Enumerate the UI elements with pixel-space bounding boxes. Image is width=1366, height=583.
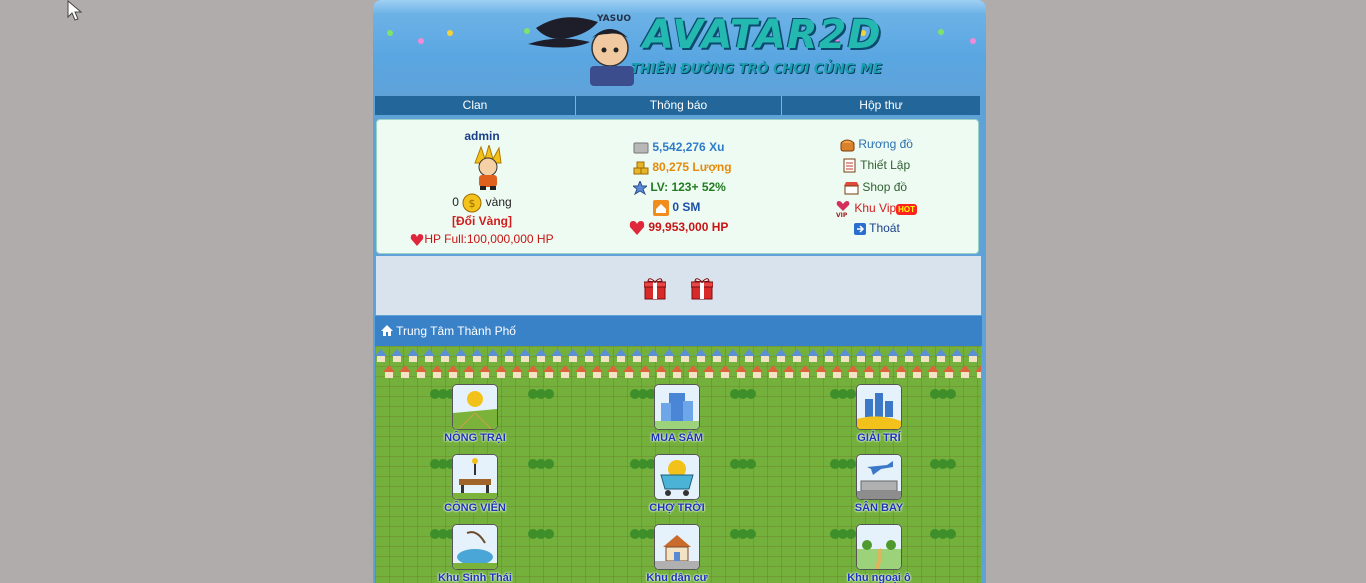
hot-badge: HOT [896, 203, 918, 215]
username[interactable]: admin [377, 129, 587, 143]
menu-chest-label: Rương đồ [858, 137, 913, 151]
shop-icon [844, 181, 859, 195]
xu-value: 5,542,276 Xu [652, 140, 725, 154]
logo-title: AVATAR2D [643, 12, 882, 58]
section-header: Trung Tâm Thành Phố [375, 316, 982, 346]
home-icon [381, 325, 393, 336]
airport-icon [857, 455, 901, 499]
eco-zone-icon [453, 525, 497, 569]
chest-icon [840, 139, 855, 152]
exchange-gold-link[interactable]: [Đổi Vàng] [377, 214, 587, 228]
farm-icon [453, 385, 497, 429]
menu-chest[interactable]: Rương đồ [840, 137, 913, 152]
heart-icon [629, 221, 645, 235]
settings-icon [843, 158, 856, 173]
player-avatar[interactable] [469, 145, 509, 191]
location-label[interactable]: SÂN BAY [824, 502, 934, 514]
sm-value: 0 SM [672, 200, 701, 215]
logout-arrow-icon [854, 222, 866, 235]
house-icon [653, 200, 669, 216]
gold-bars-icon [633, 161, 649, 175]
svg-text:VIP: VIP [836, 212, 848, 217]
vip-icon: VIP [836, 201, 850, 219]
park-icon [453, 455, 497, 499]
location-eco-zone[interactable] [452, 524, 498, 570]
suburb-icon [857, 525, 901, 569]
residential-icon [655, 525, 699, 569]
luong-value: 80,275 Lượng [652, 160, 732, 175]
location-suburb[interactable] [856, 524, 902, 570]
svg-text:$: $ [469, 197, 476, 210]
market-icon [655, 455, 699, 499]
location-label[interactable]: NÔNG TRẠI [420, 432, 530, 444]
xu-row: 5,542,276 Xu [633, 140, 724, 155]
sm-row: 0 SM [653, 200, 700, 216]
gift-area [376, 256, 981, 315]
gold-amount: 0 [452, 195, 459, 210]
menu-settings[interactable]: Thiết Lập [842, 158, 910, 173]
star-icon [631, 179, 649, 196]
location-label[interactable]: Khu Sinh Thái [420, 572, 530, 583]
location-label[interactable]: CÔNG VIÊN [420, 502, 530, 514]
gold-coin-icon: $ [462, 193, 482, 213]
location-park[interactable] [452, 454, 498, 500]
location-label[interactable]: MUA SẮM [622, 432, 732, 444]
menu-vip[interactable]: VIP Khu Vip HOT [835, 201, 918, 219]
location-residential[interactable] [654, 524, 700, 570]
gold-unit: vàng [485, 195, 512, 210]
gold-balance: 0 $ vàng [377, 193, 587, 213]
location-label[interactable]: CHỢ TRỜI [622, 502, 732, 514]
level-row: LV: 123+ 52% [631, 179, 726, 196]
location-airport[interactable] [856, 454, 902, 500]
nav-inbox[interactable]: Hộp thư [782, 96, 980, 115]
shopping-icon [655, 385, 699, 429]
player-info-panel: admin 0 $ vàng [Đổi Vàng] HP Full:100,00… [376, 119, 979, 254]
menu-logout[interactable]: Thoát [854, 221, 900, 235]
menu-vip-label: Khu Vip [854, 201, 897, 216]
header-banner: YASUO AVATAR2D THIÊN ĐƯỜNG TRÒ CHƠI CỦNG… [373, 0, 986, 96]
entertainment-icon [857, 385, 901, 429]
city-map: NÔNG TRẠI MUA SẮM GIẢI TRÍ CÔNG VIÊN CHỢ… [375, 346, 981, 583]
location-label[interactable]: Khu ngoại ô [824, 572, 934, 583]
menu-shop[interactable]: Shop đồ [844, 180, 907, 195]
gift-icon[interactable] [691, 278, 713, 300]
hp-row: 99,953,000 HP [629, 220, 728, 236]
logo-tag: YASUO [597, 14, 632, 24]
mouse-cursor-icon [67, 0, 83, 21]
nav-announcements[interactable]: Thông báo [576, 96, 782, 115]
location-farm[interactable] [452, 384, 498, 430]
section-title: Trung Tâm Thành Phố [396, 324, 516, 338]
logo-tagline: THIÊN ĐƯỜNG TRÒ CHƠI CỦNG ME [631, 62, 882, 77]
location-entertainment[interactable] [856, 384, 902, 430]
location-label[interactable]: GIẢI TRÍ [824, 432, 934, 444]
location-label[interactable]: Khu dân cư [622, 572, 732, 583]
location-shopping[interactable] [654, 384, 700, 430]
hp-value: 99,953,000 HP [648, 220, 729, 235]
hp-full-row: HP Full:100,000,000 HP [377, 232, 587, 247]
heart-icon [411, 233, 424, 246]
menu-logout-label: Thoát [869, 221, 900, 235]
game-frame: YASUO AVATAR2D THIÊN ĐƯỜNG TRÒ CHƠI CỦNG… [373, 0, 986, 583]
gift-icon[interactable] [644, 278, 666, 300]
menu-shop-label: Shop đồ [862, 180, 908, 194]
xu-icon [633, 142, 649, 154]
hp-full-text: HP Full:100,000,000 HP [424, 232, 554, 246]
location-market[interactable] [654, 454, 700, 500]
menu-settings-label: Thiết Lập [860, 158, 911, 172]
luong-row: 80,275 Lượng [633, 160, 732, 176]
nav-clan[interactable]: Clan [375, 96, 576, 115]
level-value: LV: 123+ 52% [650, 180, 726, 194]
top-nav: Clan Thông báo Hộp thư [375, 96, 980, 115]
